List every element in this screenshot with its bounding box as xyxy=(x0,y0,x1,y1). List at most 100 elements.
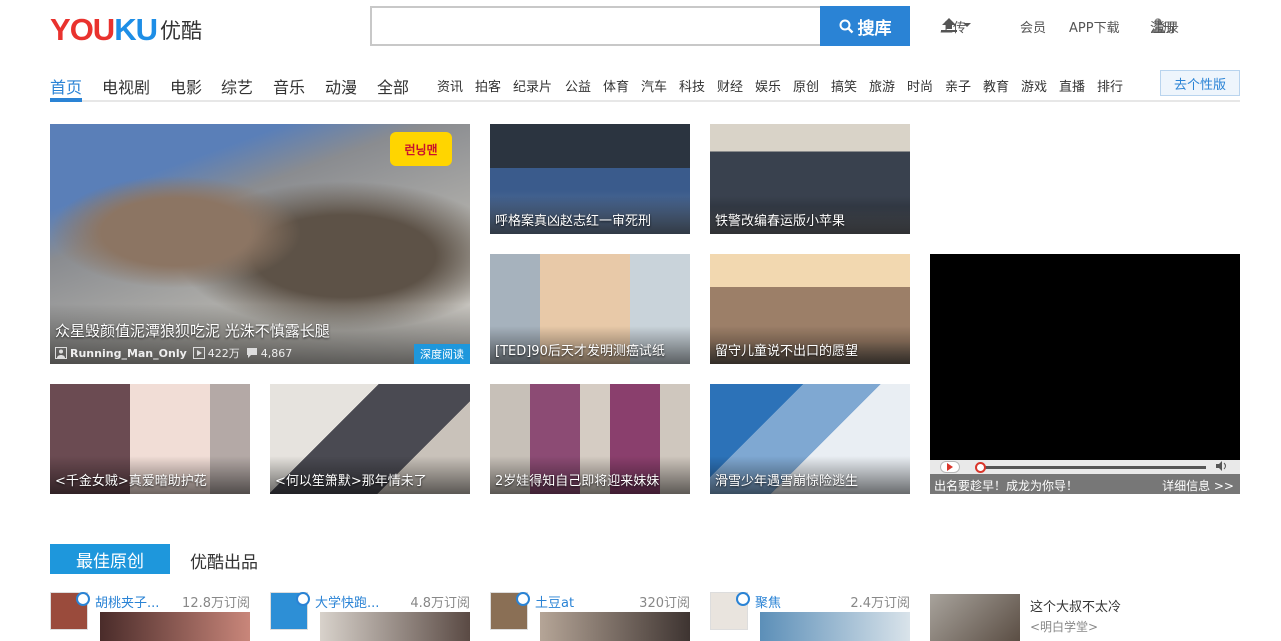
channel-name[interactable]: 土豆at xyxy=(535,592,574,611)
user-icon xyxy=(55,347,67,359)
personalize-button[interactable]: 去个性版 xyxy=(1160,70,1240,96)
nav-tv[interactable]: 电视剧 xyxy=(102,74,150,98)
video-tile-title: 呼格案真凶赵志红一审死刑 xyxy=(495,214,652,229)
channel-card[interactable]: 聚焦 2.4万订阅 xyxy=(710,592,910,641)
video-tile[interactable]: 2岁娃得知自己即将迎来妹妹 xyxy=(490,384,690,494)
nav-variety[interactable]: 综艺 xyxy=(221,74,253,98)
channel-thumbnail[interactable] xyxy=(320,612,470,641)
nav-all[interactable]: 全部 xyxy=(377,74,409,98)
search-input[interactable] xyxy=(370,6,822,46)
channel-thumbnail[interactable] xyxy=(100,612,250,641)
subscriber-count: 2.4万订阅 xyxy=(850,596,910,611)
channel-card[interactable]: 胡桃夹子... 12.8万订阅 xyxy=(50,592,250,641)
app-download-link[interactable]: APP下载 xyxy=(1069,17,1120,36)
tab-youku-produced[interactable]: 优酷出品 xyxy=(190,548,258,573)
video-tile-title: 滑雪少年遇雪崩惊险逃生 xyxy=(715,474,859,489)
recommended-source: <明白学堂> xyxy=(1030,620,1099,634)
play-button[interactable] xyxy=(940,461,960,473)
play-icon xyxy=(947,463,953,471)
channel-name[interactable]: 聚焦 xyxy=(755,592,781,611)
channel-card[interactable]: 大学快跑... 4.8万订阅 xyxy=(270,592,470,641)
nav-sub-item[interactable]: 科技 xyxy=(679,76,705,95)
channel-thumbnail[interactable] xyxy=(540,612,690,641)
video-tile-title: <千金女贼>真爱暗助护花 xyxy=(55,474,207,489)
nav-sub-item[interactable]: 汽车 xyxy=(641,76,667,95)
recommended-thumbnail[interactable] xyxy=(930,594,1020,641)
video-tile[interactable]: 呼格案真凶赵志红一审死刑 xyxy=(490,124,690,234)
channel-name[interactable]: 大学快跑... xyxy=(315,592,379,611)
nav-sub-item[interactable]: 娱乐 xyxy=(755,76,781,95)
nav-anime[interactable]: 动漫 xyxy=(325,74,357,98)
video-tile-title: [TED]90后天才发明测癌试纸 xyxy=(495,344,665,359)
nav-sub-item[interactable]: 时尚 xyxy=(907,76,933,95)
nav-music[interactable]: 音乐 xyxy=(273,74,305,98)
nav-movie[interactable]: 电影 xyxy=(170,74,202,98)
ad-video-player[interactable]: 出名要趁早！成龙为你导！ 详细信息 >> xyxy=(930,254,1240,494)
video-tile[interactable]: 留守儿童说不出口的愿望 xyxy=(710,254,910,364)
nav-sub-item[interactable]: 游戏 xyxy=(1021,76,1047,95)
search-button-label: 搜库 xyxy=(857,18,892,39)
video-tile-title: 2岁娃得知自己即将迎来妹妹 xyxy=(495,474,660,489)
nav-sub-item[interactable]: 纪录片 xyxy=(513,76,552,95)
video-tile[interactable]: [TED]90后天才发明测癌试纸 xyxy=(490,254,690,364)
ad-info-bar: 出名要趁早！成龙为你导！ 详细信息 >> xyxy=(930,474,1240,494)
subscriber-count: 12.8万订阅 xyxy=(182,596,250,611)
nav-sub-item[interactable]: 直播 xyxy=(1059,76,1085,95)
recommended-video[interactable]: 这个大叔不太冷 <明白学堂> xyxy=(930,594,1240,641)
running-man-logo: 런닝맨 xyxy=(390,132,452,166)
nav-home[interactable]: 首页 xyxy=(50,74,82,98)
nav-sub-item[interactable]: 拍客 xyxy=(475,76,501,95)
progress-track[interactable] xyxy=(976,466,1206,469)
register-link[interactable]: 注册 xyxy=(1150,17,1176,36)
video-tile[interactable]: <何以笙箫默>那年情未了 xyxy=(270,384,470,494)
channel-thumbnail[interactable] xyxy=(760,612,910,641)
nav-sub-item[interactable]: 教育 xyxy=(983,76,1009,95)
nav-sub-item[interactable]: 排行 xyxy=(1097,76,1123,95)
nav-active-indicator xyxy=(50,98,82,102)
video-tile[interactable]: <千金女贼>真爱暗助护花 xyxy=(50,384,250,494)
verified-icon xyxy=(736,592,750,606)
ad-details-link[interactable]: 详细信息 >> xyxy=(1162,477,1234,494)
logo-wordmark: YOUKU xyxy=(50,12,158,47)
upload-link[interactable]: 上传 xyxy=(940,17,972,36)
member-link[interactable]: 会员 xyxy=(1020,17,1046,36)
subscriber-count: 4.8万订阅 xyxy=(410,596,470,611)
nav-sub-item[interactable]: 资讯 xyxy=(437,76,463,95)
verified-icon xyxy=(296,592,310,606)
youku-logo[interactable]: YOUKU 优酷 xyxy=(50,10,202,46)
verified-icon xyxy=(516,592,530,606)
search-button[interactable]: 搜库 xyxy=(820,6,910,46)
login-area: 登录 | 注册 xyxy=(1150,17,1179,36)
channel-card[interactable]: 土豆at 320订阅 xyxy=(490,592,690,641)
tab-best-original[interactable]: 最佳原创 xyxy=(50,544,170,574)
search-icon xyxy=(839,19,853,33)
recommended-title[interactable]: 这个大叔不太冷 xyxy=(1030,596,1121,615)
video-tile[interactable]: 滑雪少年遇雪崩惊险逃生 xyxy=(710,384,910,494)
main-nav: 首页 电视剧 电影 综艺 音乐 动漫 全部 资讯 拍客 纪录片 公益 体育 汽车… xyxy=(50,70,1240,102)
featured-comments: 4,867 xyxy=(246,347,292,360)
nav-sub-item[interactable]: 财经 xyxy=(717,76,743,95)
video-tile-title: <何以笙箫默>那年情未了 xyxy=(275,474,427,489)
featured-video[interactable]: 런닝맨 众星毁颜值泥潭狼狈吃泥 光洙不慎露长腿 Running_Man_Only… xyxy=(50,124,470,364)
subscriber-count: 320订阅 xyxy=(639,596,690,611)
nav-sub-item[interactable]: 旅游 xyxy=(869,76,895,95)
play-count-icon xyxy=(192,347,205,359)
nav-sub-item[interactable]: 搞笑 xyxy=(831,76,857,95)
nav-sub-item[interactable]: 亲子 xyxy=(945,76,971,95)
nav-sub-item[interactable]: 公益 xyxy=(565,76,591,95)
video-tile[interactable]: 铁警改编春运版小苹果 xyxy=(710,124,910,234)
video-tile-title: 留守儿童说不出口的愿望 xyxy=(715,344,859,359)
featured-plays: 422万 xyxy=(192,345,240,361)
logo-chinese: 优酷 xyxy=(159,19,202,43)
progress-handle[interactable] xyxy=(975,462,986,473)
nav-sub-item[interactable]: 体育 xyxy=(603,76,629,95)
volume-icon[interactable] xyxy=(1216,461,1228,474)
upload-label: 上传 xyxy=(940,21,967,36)
featured-title: 众星毁颜值泥潭狼狈吃泥 光洙不慎露长腿 xyxy=(55,322,330,340)
ad-title[interactable]: 出名要趁早！成龙为你导！ xyxy=(934,477,1078,494)
featured-channel[interactable]: Running_Man_Only xyxy=(55,347,187,360)
featured-meta: Running_Man_Only 422万 4,867 xyxy=(55,345,298,361)
nav-sub-item[interactable]: 原创 xyxy=(793,76,819,95)
deep-read-badge[interactable]: 深度阅读 xyxy=(414,344,470,364)
channel-name[interactable]: 胡桃夹子... xyxy=(95,592,159,611)
